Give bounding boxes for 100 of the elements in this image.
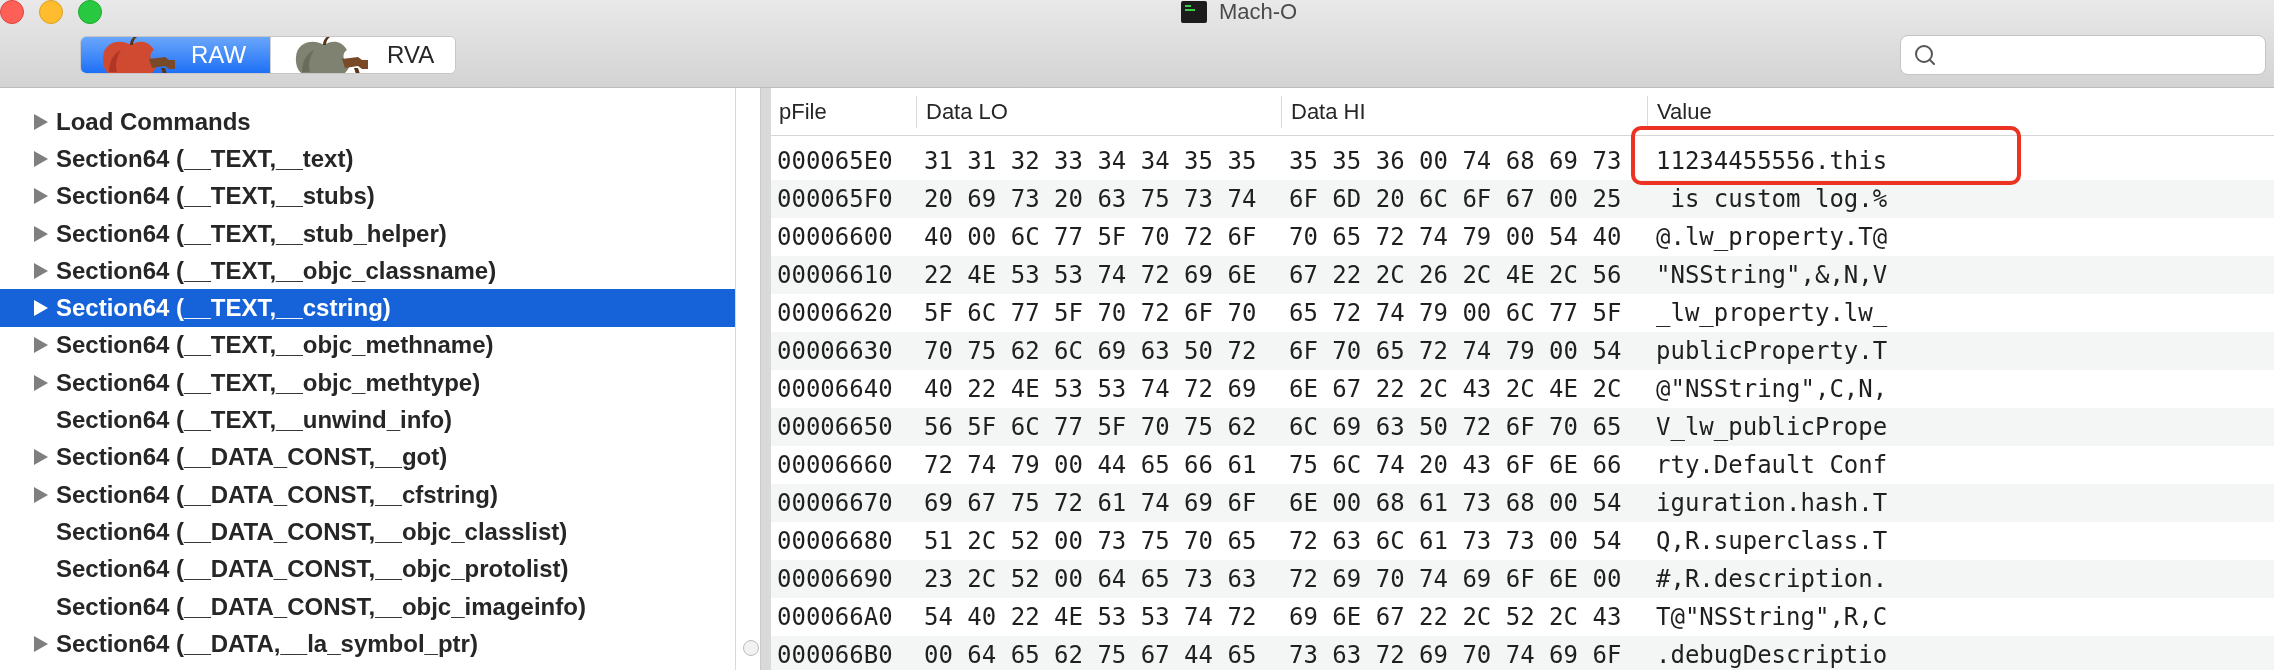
table-cell-text: 000066B0 bbox=[776, 643, 894, 667]
sidebar-item[interactable]: Section64 (__TEXT,__text) bbox=[0, 140, 735, 178]
table-cell-text: 00006640 bbox=[776, 377, 894, 401]
disclosure-triangle-icon[interactable] bbox=[34, 300, 48, 317]
table-cell-text: 56 5F 6C 77 5F 70 75 62 bbox=[923, 415, 1258, 439]
table-cell-text: 00006610 bbox=[776, 263, 894, 287]
disclosure-triangle-icon[interactable] bbox=[34, 635, 48, 652]
zoom-button[interactable] bbox=[78, 0, 102, 24]
table-cell-text: 00 64 65 62 75 67 44 65 bbox=[923, 643, 1258, 667]
table-cell-text: rty.Default Conf bbox=[1655, 453, 1889, 477]
sidebar-item[interactable]: Section64 (__TEXT,__objc_methtype) bbox=[0, 364, 735, 402]
table-cell-text: 000065E0 bbox=[776, 149, 894, 173]
table-cell-text: .debugDescriptio bbox=[1655, 643, 1889, 667]
divider-handle-icon[interactable] bbox=[743, 640, 759, 656]
table-cell-text: #,R.description. bbox=[1655, 567, 1889, 591]
table-row[interactable]: 000065F0 20 69 73 20 63 75 73 74 6F 6D 20 6C 6F 67 00 25 is custom log.% bbox=[771, 180, 2274, 218]
close-button[interactable] bbox=[0, 0, 24, 24]
table-cell-text: @"NSString",C,N, bbox=[1655, 377, 1889, 401]
table-cell-text: 69 6E 67 22 2C 52 2C 43 bbox=[1288, 605, 1623, 629]
disclosure-triangle-icon[interactable] bbox=[34, 337, 48, 354]
table-cell-text: 72 69 70 74 69 6F 6E 00 bbox=[1288, 567, 1623, 591]
disclosure-triangle-icon[interactable] bbox=[34, 188, 48, 205]
table-cell-text: 75 6C 74 20 43 6F 6E 66 bbox=[1288, 453, 1623, 477]
disclosure-triangle-icon[interactable] bbox=[34, 486, 48, 503]
table-cell-text: 23 2C 52 00 64 65 73 63 bbox=[923, 567, 1258, 591]
sidebar-item[interactable]: Section64 (__DATA,__la_symbol_ptr) bbox=[0, 625, 735, 663]
column-header[interactable]: pFile bbox=[771, 100, 827, 123]
sidebar-item[interactable]: Section64 (__TEXT,__objc_methname) bbox=[0, 326, 735, 365]
sidebar-item[interactable]: Section64 (__TEXT,__unwind_info) bbox=[0, 401, 735, 439]
sidebar-item[interactable]: Section64 (__DATA_CONST,__objc_protolist) bbox=[0, 550, 735, 588]
sidebar-item[interactable]: Section64 (__DATA_CONST,__cfstring) bbox=[0, 475, 735, 514]
search-icon bbox=[1913, 43, 1937, 67]
table-cell-text: 73 63 72 69 70 74 69 6F bbox=[1288, 643, 1623, 667]
column-header[interactable]: Data HI bbox=[1282, 100, 1366, 123]
table-cell-text: 00006630 bbox=[776, 339, 894, 363]
sidebar-item[interactable]: Section64 (__TEXT,__stub_helper) bbox=[0, 214, 735, 253]
disclosure-triangle-icon[interactable] bbox=[34, 449, 48, 466]
disclosure-triangle-icon[interactable] bbox=[34, 225, 48, 242]
disclosure-triangle-icon[interactable] bbox=[34, 113, 48, 130]
table-cell-text: 00006680 bbox=[776, 529, 894, 553]
table-cell-text: is custom log.% bbox=[1669, 187, 1889, 211]
table-cell-text: 6E 67 22 2C 43 2C 4E 2C bbox=[1288, 377, 1623, 401]
table-cell-text: 00006690 bbox=[776, 567, 894, 591]
table-cell-text: 67 22 2C 26 2C 4E 2C 56 bbox=[1288, 263, 1623, 287]
table-cell-text: 5F 6C 77 5F 70 72 6F 70 bbox=[923, 301, 1258, 325]
table-cell-text: 40 22 4E 53 53 74 72 69 bbox=[923, 377, 1258, 401]
table-cell-text: 6C 69 63 50 72 6F 70 65 bbox=[1288, 415, 1623, 439]
table-cell-text: 00006620 bbox=[776, 301, 894, 325]
table-cell-text: 00006670 bbox=[776, 491, 894, 515]
table-cell-text: 000066A0 bbox=[776, 605, 894, 629]
sidebar-item[interactable]: Section64 (__TEXT,__objc_classname) bbox=[0, 252, 735, 290]
table-cell-text: 00006660 bbox=[776, 453, 894, 477]
table-cell-text: 20 69 73 20 63 75 73 74 bbox=[923, 187, 1258, 211]
table-cell-text: 65 72 74 79 00 6C 77 5F bbox=[1288, 301, 1623, 325]
column-header[interactable]: Data LO bbox=[917, 100, 1008, 123]
sidebar-item[interactable]: Load Commands bbox=[0, 103, 735, 141]
sidebar-item[interactable]: Section64 (__DATA_CONST,__objc_classlist) bbox=[0, 513, 735, 551]
table-cell-text: publicProperty.T bbox=[1655, 339, 1889, 363]
table-row[interactable]: 00006670 69 67 75 72 61 74 69 6F 6E 00 68 61 73 68 00 54 iguration.hash.T bbox=[771, 484, 2274, 522]
table-cell-text: 69 67 75 72 61 74 69 6F bbox=[923, 491, 1258, 515]
sidebar-item[interactable]: Section64 (__TEXT,__stubs) bbox=[0, 177, 735, 215]
table-row[interactable]: 00006610 22 4E 53 53 74 72 69 6E 67 22 2C 26 2C 4E 2C 56 "NSString",&,N,V bbox=[771, 256, 2274, 294]
table-cell-text: 35 35 36 00 74 68 69 73 bbox=[1288, 149, 1623, 173]
table-cell-text: 22 4E 53 53 74 72 69 6E bbox=[923, 263, 1258, 287]
table-cell-text: _lw_property.lw_ bbox=[1655, 301, 1889, 325]
sidebar-item[interactable]: Section64 (__DATA_CONST,__got) bbox=[0, 438, 735, 476]
table-cell-text: V_lw_publicPrope bbox=[1655, 415, 1889, 439]
table-cell-text: 00006650 bbox=[776, 415, 894, 439]
table-cell-text: 6F 70 65 72 74 79 00 54 bbox=[1288, 339, 1623, 363]
table-cell-text: "NSString",&,N,V bbox=[1655, 263, 1889, 287]
table-cell-text: 00006600 bbox=[776, 225, 894, 249]
table-cell-text: 11234455556.this bbox=[1655, 149, 1889, 173]
table-cell-text: 72 74 79 00 44 65 66 61 bbox=[923, 453, 1258, 477]
sidebar-item[interactable]: Section64 (__TEXT,__cstring) bbox=[0, 289, 735, 327]
table-cell-text: 70 75 62 6C 69 63 50 72 bbox=[923, 339, 1258, 363]
table-cell-text: 000065F0 bbox=[776, 187, 894, 211]
table-cell-text: Q,R.superclass.T bbox=[1655, 529, 1889, 553]
search-field[interactable] bbox=[1900, 35, 2266, 75]
table-cell-text: 70 65 72 74 79 00 54 40 bbox=[1288, 225, 1623, 249]
table-cell-text: 6E 00 68 61 73 68 00 54 bbox=[1288, 491, 1623, 515]
table-cell-text: @.lw_property.T@ bbox=[1655, 225, 1889, 249]
table-cell-text: 72 63 6C 61 73 73 00 54 bbox=[1288, 529, 1623, 553]
table-row[interactable]: 000066B0 00 64 65 62 75 67 44 65 73 63 72 69 70 74 69 6F .debugDescriptio bbox=[771, 636, 2274, 670]
table-cell-text: 40 00 6C 77 5F 70 72 6F bbox=[923, 225, 1258, 249]
terminal-icon bbox=[1181, 1, 1207, 23]
table-row[interactable]: 00006690 23 2C 52 00 64 65 73 63 72 69 70 74 69 6F 6E 00 #,R.description. bbox=[771, 560, 2274, 598]
table-row[interactable]: 00006630 70 75 62 6C 69 63 50 72 6F 70 65 72 74 79 00 54 publicProperty.T bbox=[771, 332, 2274, 370]
table-cell-text: 6F 6D 20 6C 6F 67 00 25 bbox=[1288, 187, 1623, 211]
table-cell-text: 51 2C 52 00 73 75 70 65 bbox=[923, 529, 1258, 553]
column-header[interactable]: Value bbox=[1648, 100, 1712, 123]
table-cell-text: 31 31 32 33 34 34 35 35 bbox=[923, 149, 1258, 173]
disclosure-triangle-icon[interactable] bbox=[34, 374, 48, 391]
disclosure-triangle-icon[interactable] bbox=[34, 150, 48, 167]
disclosure-triangle-icon[interactable] bbox=[34, 262, 48, 279]
mode-segment[interactable]: RVA bbox=[270, 37, 455, 73]
table-row[interactable]: 00006650 56 5F 6C 77 5F 70 75 62 6C 69 63 50 72 6F 70 65 V_lw_publicPrope bbox=[771, 408, 2274, 446]
table-cell-text: T@"NSString",R,C bbox=[1655, 605, 1889, 629]
sidebar-item[interactable]: Section64 (__DATA_CONST,__objc_imageinfo) bbox=[0, 587, 735, 626]
table-cell-text: iguration.hash.T bbox=[1655, 491, 1889, 515]
table-cell-text: 54 40 22 4E 53 53 74 72 bbox=[923, 605, 1258, 629]
